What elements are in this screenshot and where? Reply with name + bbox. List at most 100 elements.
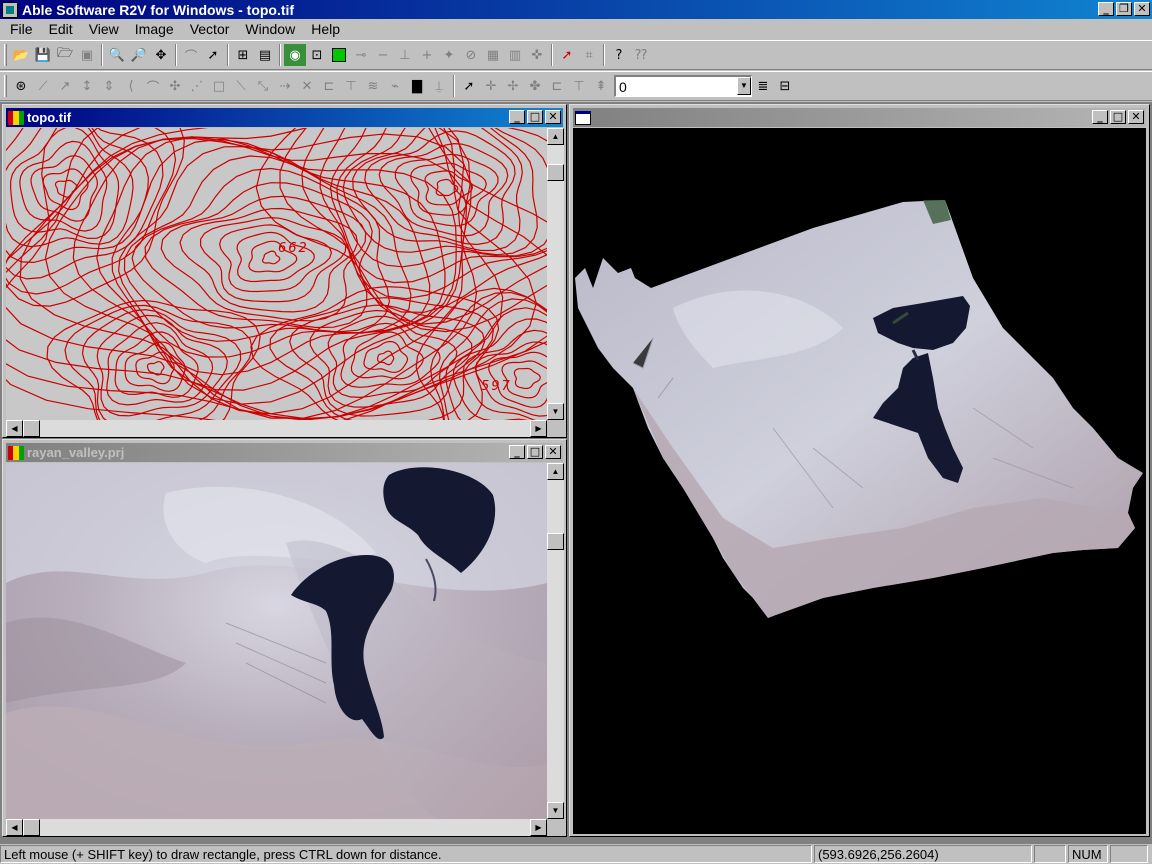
delete-icon[interactable]: ⊘: [460, 44, 482, 66]
save-icon[interactable]: 💾: [32, 44, 54, 66]
scroll-up-icon[interactable]: ▲: [547, 463, 564, 480]
connect-icon[interactable]: ⇢: [274, 75, 296, 97]
resize-grip[interactable]: [547, 819, 564, 836]
scroll-right-icon[interactable]: ▶: [530, 819, 547, 836]
minimize-button[interactable]: _: [1098, 2, 1114, 16]
color-select-icon[interactable]: ◉: [284, 44, 306, 66]
app-icon[interactable]: [2, 1, 18, 18]
context-help-icon[interactable]: ⁇: [630, 44, 652, 66]
add-arc-icon[interactable]: ⟨: [120, 75, 142, 97]
view3d-window-titlebar[interactable]: _ □ ✕: [573, 108, 1146, 127]
toolbar-grip[interactable]: [4, 44, 7, 66]
minimize-button[interactable]: _: [1092, 110, 1108, 124]
close-button[interactable]: ✕: [545, 445, 561, 459]
delete-point-icon[interactable]: ✢: [502, 75, 524, 97]
draw-line2-icon[interactable]: ↗: [54, 75, 76, 97]
clear-select-icon[interactable]: ➚: [556, 44, 578, 66]
label-icon[interactable]: ⊤: [340, 75, 362, 97]
menu-vector[interactable]: Vector: [182, 21, 238, 37]
scroll-down-icon[interactable]: ▼: [547, 802, 564, 819]
scroll-thumb[interactable]: [547, 164, 564, 181]
close-button[interactable]: ✕: [1134, 2, 1150, 16]
diagonal-icon[interactable]: ⟍: [230, 75, 252, 97]
minimize-button[interactable]: _: [509, 445, 525, 459]
grid2-icon[interactable]: ▥: [504, 44, 526, 66]
smooth-icon[interactable]: ⌁: [384, 75, 406, 97]
node-icon[interactable]: ⊸: [350, 44, 372, 66]
scroll-thumb[interactable]: [23, 420, 40, 437]
layer-combo[interactable]: 0 ▼: [614, 75, 752, 97]
cross-icon[interactable]: ✜: [526, 44, 548, 66]
maximize-button[interactable]: □: [527, 445, 543, 459]
project-horizontal-scrollbar[interactable]: ◀ ▶: [6, 819, 547, 836]
split-icon[interactable]: ⊥: [394, 44, 416, 66]
minimize-button[interactable]: _: [509, 110, 525, 124]
label2-icon[interactable]: ⍊: [428, 75, 450, 97]
maximize-button[interactable]: □: [1110, 110, 1126, 124]
layer-edit-icon[interactable]: ⊟: [774, 75, 796, 97]
project-vertical-scrollbar[interactable]: ▲ ▼: [547, 463, 564, 819]
maximize-button[interactable]: □: [527, 110, 543, 124]
close-button[interactable]: ✕: [1128, 110, 1144, 124]
node-edit-icon[interactable]: ⋰: [186, 75, 208, 97]
zoom-out-icon[interactable]: 🔎: [128, 44, 150, 66]
move-vertex-icon[interactable]: ↕: [76, 75, 98, 97]
move-point-icon[interactable]: ✤: [524, 75, 546, 97]
zoom-in-icon[interactable]: 🔍: [106, 44, 128, 66]
green-box-icon[interactable]: [328, 44, 350, 66]
scroll-up-icon[interactable]: ▲: [547, 128, 564, 145]
menu-view[interactable]: View: [81, 21, 127, 37]
topo-vertical-scrollbar[interactable]: ▲ ▼: [547, 128, 564, 420]
close-x-icon[interactable]: ✕: [296, 75, 318, 97]
line-icon[interactable]: −: [372, 44, 394, 66]
image-settings-icon[interactable]: ⊞: [232, 44, 254, 66]
edit-node-icon[interactable]: ⊛: [10, 75, 32, 97]
select-icon[interactable]: ➚: [202, 44, 224, 66]
scroll-thumb[interactable]: [547, 533, 564, 550]
toolbar-grip[interactable]: [4, 75, 7, 97]
open-project-icon[interactable]: 🗁: [54, 44, 76, 66]
add-point-icon[interactable]: ✛: [480, 75, 502, 97]
title-bar[interactable]: Able Software R2V for Windows - topo.tif…: [0, 0, 1152, 19]
menu-help[interactable]: Help: [303, 21, 348, 37]
topo-map-view[interactable]: 662 597: [6, 128, 547, 420]
pointer-icon[interactable]: ➚: [458, 75, 480, 97]
menu-file[interactable]: File: [2, 21, 41, 37]
fit-icon[interactable]: ⊡: [306, 44, 328, 66]
layer-list-icon[interactable]: ≣: [752, 75, 774, 97]
point-icon[interactable]: ✦: [438, 44, 460, 66]
menu-image[interactable]: Image: [127, 21, 182, 37]
scroll-down-icon[interactable]: ▼: [547, 403, 564, 420]
rectangle-icon[interactable]: □: [208, 75, 230, 97]
id-point-icon[interactable]: ⊏: [546, 75, 568, 97]
chevron-down-icon[interactable]: ▼: [737, 77, 751, 95]
scroll-left-icon[interactable]: ◀: [6, 819, 23, 836]
id-icon[interactable]: ⊏: [318, 75, 340, 97]
scan-icon[interactable]: ▤: [254, 44, 276, 66]
contour-icon[interactable]: ≋: [362, 75, 384, 97]
grid-icon[interactable]: ▦: [482, 44, 504, 66]
satellite-image-view[interactable]: [6, 463, 547, 819]
menu-window[interactable]: Window: [237, 21, 303, 37]
scroll-thumb[interactable]: [23, 819, 40, 836]
help-icon[interactable]: ?: [608, 44, 630, 66]
rotate-icon[interactable]: ⤡: [252, 75, 274, 97]
text-point-icon[interactable]: ⊤: [568, 75, 590, 97]
fill-icon[interactable]: ▇: [406, 75, 428, 97]
scroll-right-icon[interactable]: ▶: [530, 420, 547, 437]
z-icon[interactable]: ⇞: [590, 75, 612, 97]
topo-window-titlebar[interactable]: topo.tif _ □ ✕: [6, 108, 563, 127]
join-node-icon[interactable]: ✣: [164, 75, 186, 97]
project-window-titlebar[interactable]: rayan_valley.prj _ □ ✕: [6, 443, 563, 462]
topo-horizontal-scrollbar[interactable]: ◀ ▶: [6, 420, 547, 437]
open-icon[interactable]: 📂: [10, 44, 32, 66]
view3d-canvas[interactable]: [573, 128, 1146, 834]
arc-icon[interactable]: ⌒: [142, 75, 164, 97]
edit-select-icon[interactable]: ⌗: [578, 44, 600, 66]
trace-icon[interactable]: ⌒: [180, 44, 202, 66]
split-vertex-icon[interactable]: ⇕: [98, 75, 120, 97]
draw-line-icon[interactable]: ⟋: [32, 75, 54, 97]
close-icon[interactable]: ▣: [76, 44, 98, 66]
resize-grip[interactable]: [547, 420, 564, 437]
scroll-left-icon[interactable]: ◀: [6, 420, 23, 437]
